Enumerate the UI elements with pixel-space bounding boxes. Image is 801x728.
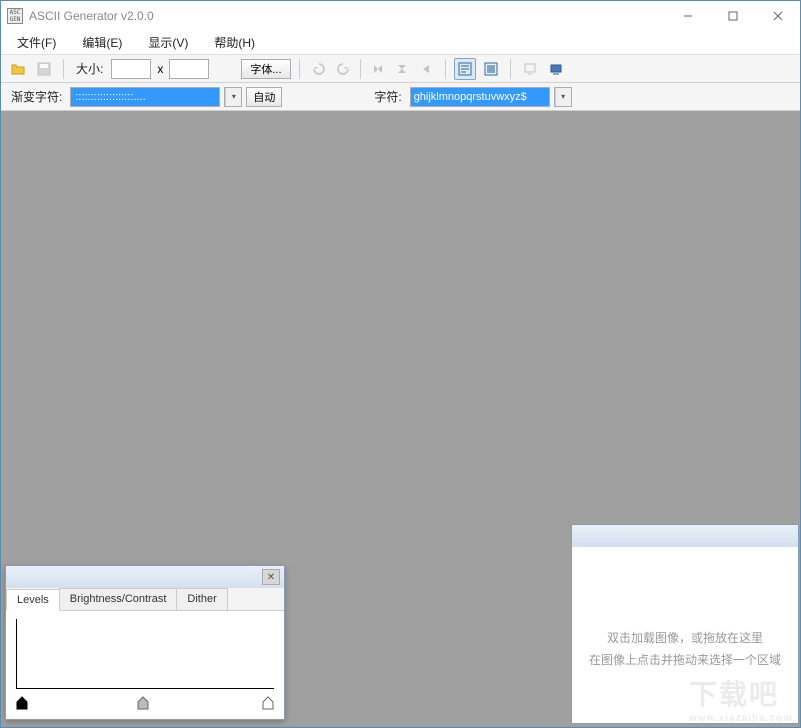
width-input[interactable]	[111, 59, 151, 79]
rotate-ccw-button[interactable]	[308, 58, 330, 80]
tab-brightness-contrast[interactable]: Brightness/Contrast	[59, 588, 178, 610]
text-wrap-icon	[458, 62, 472, 76]
font-button[interactable]: 字体...	[241, 59, 290, 79]
save-button[interactable]	[33, 58, 55, 80]
levels-dialog: ✕ Levels Brightness/Contrast Dither	[5, 565, 285, 720]
tab-dither[interactable]: Dither	[176, 588, 227, 610]
close-icon: ✕	[267, 572, 275, 583]
separator	[445, 59, 446, 79]
minimize-button[interactable]	[665, 2, 710, 31]
levels-close-button[interactable]: ✕	[262, 569, 280, 585]
window-controls	[665, 2, 800, 31]
app-icon-line1: ASC	[8, 9, 22, 16]
chevron-down-icon: ▾	[225, 88, 241, 106]
open-button[interactable]	[7, 58, 29, 80]
flip-v-button[interactable]	[391, 58, 413, 80]
levels-slider-track[interactable]	[16, 694, 274, 710]
separator	[63, 59, 64, 79]
menu-view[interactable]: 显示(V)	[138, 31, 198, 54]
histogram	[16, 619, 274, 689]
toolbar-2: 渐变字符: :::::::::::::::::::.... ▾ 自动 字符: ▾	[1, 83, 800, 111]
flip-h-icon	[371, 62, 385, 76]
drop-hint-line2: 在图像上点击并拖动来选择一个区域	[582, 649, 788, 671]
levels-tabs: Levels Brightness/Contrast Dither	[6, 588, 284, 611]
size-multiplier: x	[155, 62, 165, 76]
toolbar-1: 大小: x 字体...	[1, 55, 800, 83]
menu-bar: 文件(F) 编辑(E) 显示(V) 帮助(H)	[1, 31, 800, 55]
white-point-handle[interactable]	[262, 696, 274, 710]
chars-input[interactable]	[410, 87, 550, 107]
separator	[510, 59, 511, 79]
gradient-chars-arrow[interactable]: ▾	[224, 87, 242, 107]
chevron-down-icon: ▾	[555, 88, 571, 106]
app-icon: ASC GEN	[7, 8, 23, 24]
gradient-chars-value: :::::::::::::::::::....	[71, 91, 149, 103]
fullscreen-icon	[549, 62, 563, 76]
size-label: 大小:	[72, 60, 107, 77]
mid-point-handle[interactable]	[137, 696, 149, 710]
flip-v-icon	[395, 62, 409, 76]
tab-levels[interactable]: Levels	[6, 589, 60, 611]
image-view-icon	[484, 62, 498, 76]
gradient-label: 渐变字符:	[7, 88, 66, 105]
save-icon	[36, 61, 52, 77]
menu-file[interactable]: 文件(F)	[7, 31, 66, 54]
text-view-button[interactable]	[454, 58, 476, 80]
monitor-button[interactable]	[519, 58, 541, 80]
menu-help[interactable]: 帮助(H)	[204, 31, 265, 54]
flip-h-button[interactable]	[367, 58, 389, 80]
close-button[interactable]	[755, 2, 800, 31]
image-view-button[interactable]	[480, 58, 502, 80]
maximize-button[interactable]	[710, 2, 755, 31]
triangle-left-icon	[420, 63, 432, 75]
rotate-ccw-icon	[312, 62, 326, 76]
title-bar: ASC GEN ASCII Generator v2.0.0	[1, 1, 800, 31]
fullscreen-button[interactable]	[545, 58, 567, 80]
black-point-handle[interactable]	[16, 696, 28, 710]
separator	[360, 59, 361, 79]
menu-edit[interactable]: 编辑(E)	[72, 31, 132, 54]
height-input[interactable]	[169, 59, 209, 79]
rotate-cw-button[interactable]	[332, 58, 354, 80]
window-title: ASCII Generator v2.0.0	[29, 9, 665, 23]
levels-body	[6, 611, 284, 714]
rotate-cw-icon	[336, 62, 350, 76]
app-icon-line2: GEN	[8, 16, 22, 23]
levels-dialog-titlebar[interactable]: ✕	[6, 566, 284, 588]
monitor-icon	[523, 62, 537, 76]
separator	[299, 59, 300, 79]
drop-image-panel[interactable]: 双击加载图像，或拖放在这里 在图像上点击并拖动来选择一个区域	[571, 524, 799, 724]
chars-label: 字符:	[370, 88, 405, 105]
drop-panel-body: 双击加载图像，或拖放在这里 在图像上点击并拖动来选择一个区域	[572, 547, 798, 671]
drop-panel-titlebar[interactable]	[572, 525, 798, 547]
prev-button[interactable]	[415, 58, 437, 80]
drop-hint-line1: 双击加载图像，或拖放在这里	[582, 627, 788, 649]
gradient-chars-dropdown[interactable]: :::::::::::::::::::....	[70, 87, 220, 107]
auto-button[interactable]: 自动	[246, 87, 282, 107]
folder-open-icon	[10, 61, 26, 77]
chars-arrow[interactable]: ▾	[554, 87, 572, 107]
